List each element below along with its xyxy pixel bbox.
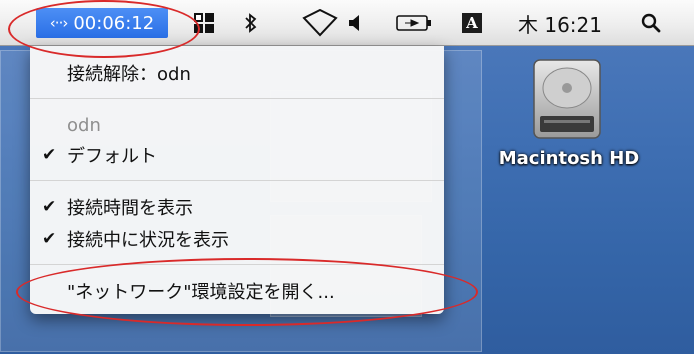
menu-item-label: 接続中に状況を表示 [67, 230, 229, 251]
menu-item-label: 接続解除：odn [67, 64, 191, 85]
menu-separator [30, 180, 444, 181]
default-config-menu-item[interactable]: ✔ デフォルト [30, 140, 444, 170]
service-header: odn [30, 110, 444, 140]
checkmark-icon: ✔ [42, 229, 57, 249]
menu-item-label: "ネットワーク"環境設定を開く... [67, 282, 335, 303]
menu-bar: ‹··› 00:06:12 A 木 16:21 [0, 0, 694, 46]
checkmark-icon: ✔ [42, 145, 57, 165]
hard-disk-icon[interactable] [530, 58, 604, 142]
show-status-menu-item[interactable]: ✔ 接続中に状況を表示 [30, 224, 444, 254]
spaces-grid-icon[interactable] [186, 0, 222, 46]
input-badge: A [462, 13, 482, 33]
menu-separator [30, 264, 444, 265]
disconnect-menu-item[interactable]: 接続解除：odn [30, 58, 444, 88]
menu-separator [30, 98, 444, 99]
menubar-clock[interactable]: 木 16:21 [508, 0, 612, 46]
ppp-status-menu[interactable]: ‹··› 00:06:12 [36, 8, 168, 38]
menu-item-label: 接続時間を表示 [67, 198, 193, 219]
ppp-connection-icon: ‹··› [49, 14, 69, 32]
hard-disk-label: Macintosh HD [498, 148, 640, 169]
show-time-menu-item[interactable]: ✔ 接続時間を表示 [30, 192, 444, 222]
spotlight-search-icon[interactable] [636, 0, 666, 46]
menu-item-label: odn [67, 114, 101, 136]
open-network-prefs-menu-item[interactable]: "ネットワーク"環境設定を開く... [30, 276, 444, 306]
bluetooth-icon[interactable] [238, 0, 264, 46]
input-menu-icon[interactable]: A [460, 0, 484, 46]
checkmark-icon: ✔ [42, 197, 57, 217]
ppp-dropdown-menu: 接続解除：odn odn ✔ デフォルト ✔ 接続時間を表示 ✔ 接続中に状況を… [30, 46, 444, 314]
ppp-timer: 00:06:12 [73, 12, 155, 34]
volume-icon[interactable] [344, 0, 366, 46]
menu-item-label: デフォルト [67, 146, 157, 167]
battery-icon[interactable] [392, 0, 436, 46]
airport-wifi-icon[interactable] [298, 0, 342, 46]
